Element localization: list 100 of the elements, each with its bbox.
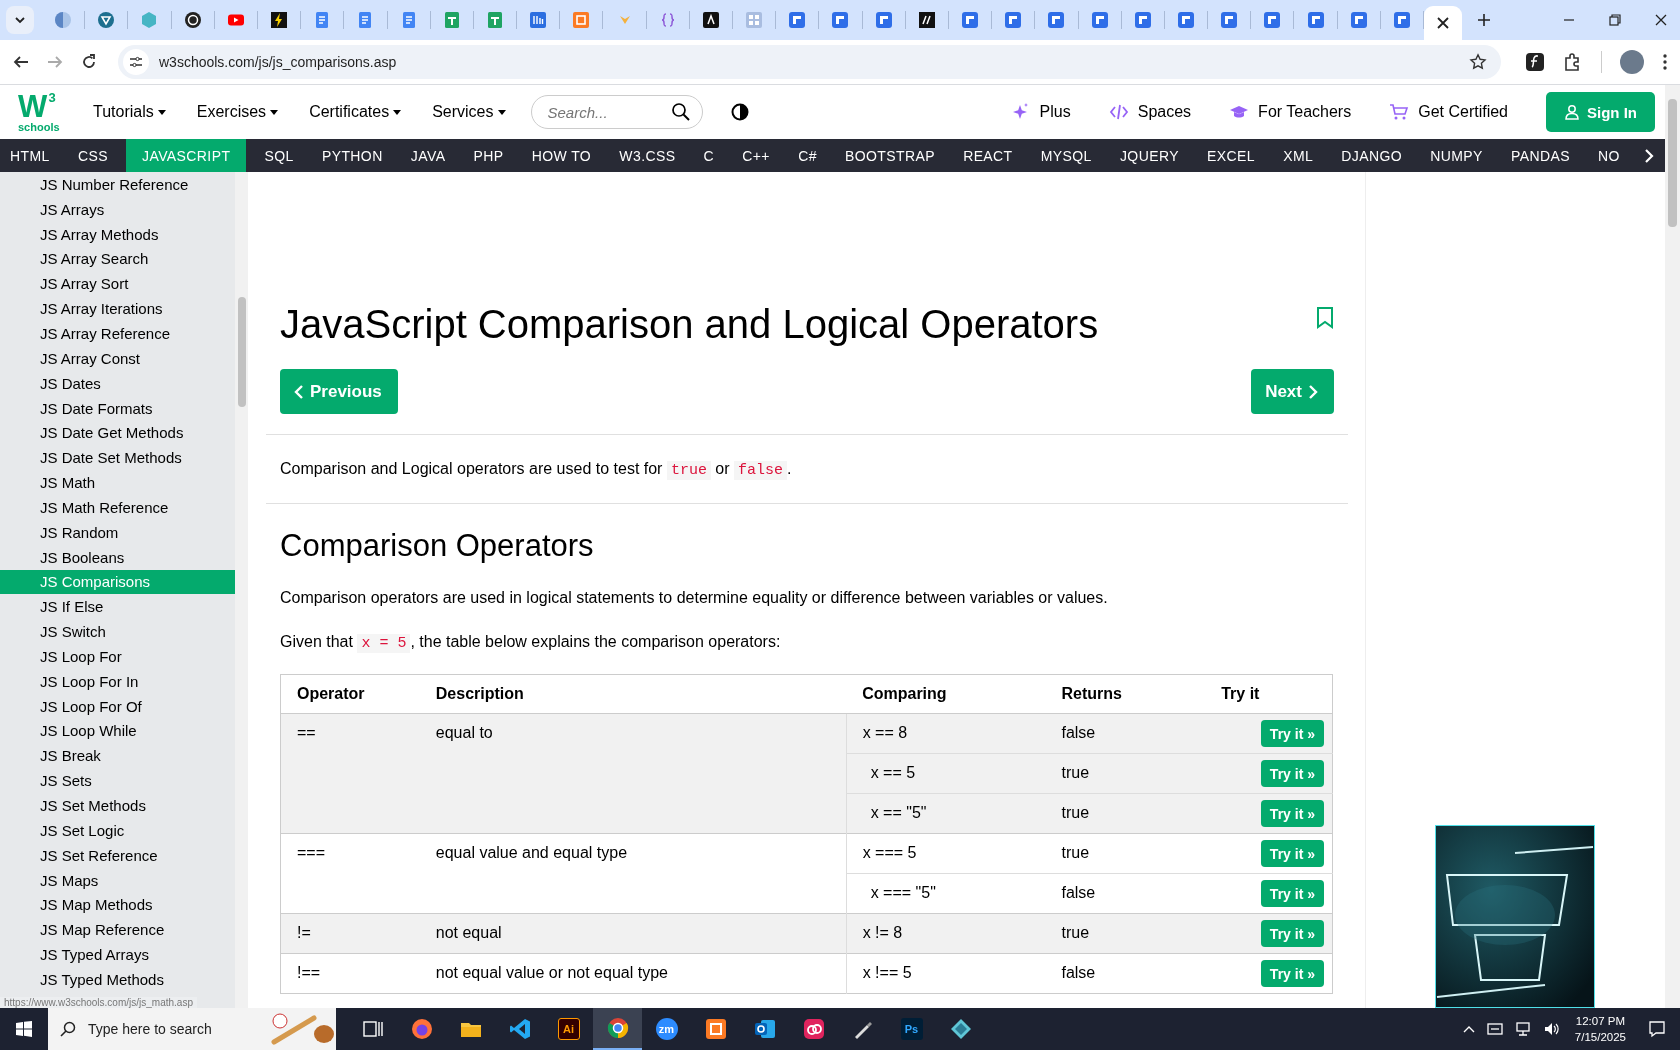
nav-tab[interactable]: HOW TO bbox=[521, 139, 602, 172]
scrollbar[interactable] bbox=[235, 172, 248, 1008]
sidebar-item[interactable]: JS Loop For In bbox=[0, 668, 235, 694]
star-icon[interactable] bbox=[1469, 53, 1487, 71]
table-cell: x == 8 bbox=[862, 724, 908, 741]
logo-superscript: 3 bbox=[48, 91, 57, 107]
sidebar-item[interactable]: JS Loop While bbox=[0, 718, 235, 744]
nav-tab[interactable]: NUMPY bbox=[1420, 139, 1493, 172]
mail-app-icon bbox=[752, 1017, 777, 1041]
sidebar-item[interactable]: JS Math bbox=[0, 470, 235, 495]
nav-tab[interactable]: W3.CSS bbox=[609, 139, 686, 172]
taskbar-app[interactable]: Ai bbox=[544, 1008, 593, 1050]
nav-tab[interactable]: JAVA bbox=[400, 139, 456, 172]
bookmark-icon[interactable] bbox=[1316, 307, 1334, 329]
chevron-up-icon[interactable] bbox=[1462, 1024, 1475, 1034]
browser-tab[interactable] bbox=[1424, 6, 1462, 40]
search-icon[interactable] bbox=[670, 102, 691, 122]
reload-icon[interactable] bbox=[80, 53, 98, 71]
nav-tab[interactable]: CSS bbox=[67, 139, 118, 172]
clock-date[interactable]: 7/15/2025 bbox=[1574, 1029, 1626, 1045]
speaker-icon[interactable] bbox=[1542, 1021, 1559, 1037]
sidebar-item[interactable]: JS Random bbox=[0, 519, 235, 545]
close-icon[interactable] bbox=[1654, 13, 1668, 27]
sidebar-item[interactable]: JS Number Reference bbox=[0, 172, 235, 197]
nav-tab[interactable]: C bbox=[693, 139, 725, 172]
menu-button[interactable]: Services bbox=[432, 103, 507, 121]
nav-tab[interactable]: JQUERY bbox=[1109, 139, 1189, 172]
nav-tab[interactable]: SQL bbox=[254, 139, 304, 172]
nav-link[interactable]: Spaces bbox=[1108, 102, 1192, 122]
scrollbar[interactable] bbox=[1665, 85, 1680, 1008]
form-icon bbox=[831, 11, 850, 29]
sidebar-item[interactable]: JS Array Sort bbox=[0, 271, 235, 297]
sidebar-item[interactable]: JS Map Reference bbox=[0, 917, 235, 943]
restore-icon[interactable] bbox=[1608, 13, 1622, 27]
extension-icon[interactable] bbox=[1525, 52, 1545, 72]
nav-tab[interactable]: PYTHON bbox=[311, 139, 393, 172]
taskbar-app[interactable]: Ps bbox=[887, 1008, 936, 1050]
address-bar[interactable]: w3schools.com/js/js_comparisons.asp bbox=[118, 45, 1501, 79]
device-icon[interactable] bbox=[1486, 1021, 1503, 1037]
notification-icon[interactable] bbox=[1648, 1020, 1666, 1038]
nav-tab[interactable]: PHP bbox=[463, 139, 514, 172]
nav-link[interactable]: Get Certified bbox=[1389, 102, 1508, 122]
form-icon bbox=[1349, 11, 1368, 29]
form-icon bbox=[788, 11, 807, 29]
nav-link[interactable]: For Teachers bbox=[1229, 102, 1352, 122]
sidebar-item[interactable]: JS Math Reference bbox=[0, 494, 235, 520]
sidebar-item[interactable]: JS Array Methods bbox=[0, 221, 235, 247]
sidebar-item[interactable]: JS Set Logic bbox=[0, 817, 235, 843]
clock-time[interactable]: 12:07 PM bbox=[1575, 1013, 1626, 1029]
avatar[interactable] bbox=[1620, 50, 1644, 74]
sidebar-item[interactable]: JS Loop For Of bbox=[0, 693, 235, 719]
nav-tab[interactable]: PANDAS bbox=[1500, 139, 1580, 172]
sidebar-item[interactable]: JS Switch bbox=[0, 619, 235, 645]
illustrator-icon: Ai bbox=[557, 1018, 580, 1040]
nav-tab[interactable]: BOOTSTRAP bbox=[835, 139, 945, 172]
sidebar-item[interactable]: JS Dates bbox=[0, 370, 235, 396]
sidebar-item[interactable]: JS If Else bbox=[0, 594, 235, 620]
sidebar-item[interactable]: JS Arrays bbox=[0, 196, 235, 222]
sidebar-item[interactable]: JS Typed Arrays bbox=[0, 942, 235, 967]
tab-search-button[interactable] bbox=[6, 6, 34, 34]
nav-tab[interactable]: EXCEL bbox=[1197, 139, 1265, 172]
nav-tab[interactable]: NO bbox=[1588, 139, 1630, 172]
nav-tab[interactable]: MYSQL bbox=[1030, 139, 1102, 172]
new-tab-icon[interactable] bbox=[1476, 12, 1492, 28]
nav-tab[interactable]: C# bbox=[788, 139, 827, 172]
form-icon bbox=[1220, 11, 1239, 29]
nav-tab[interactable]: HTML bbox=[0, 139, 60, 172]
contrast-icon[interactable] bbox=[730, 103, 749, 121]
sidebar-item[interactable]: JS Array Const bbox=[0, 345, 235, 371]
nav-tab[interactable]: REACT bbox=[953, 139, 1023, 172]
taskbar-search-field[interactable]: Type here to search bbox=[48, 1008, 336, 1050]
sidebar-item[interactable]: JS Array Iterations bbox=[0, 296, 235, 322]
menu-icon[interactable] bbox=[1662, 53, 1668, 71]
sidebar-item[interactable]: JS Sets bbox=[0, 768, 235, 794]
site-info-button[interactable] bbox=[123, 49, 149, 75]
search-field[interactable]: Search... bbox=[530, 95, 703, 129]
caret-icon bbox=[269, 107, 280, 117]
sidebar-item[interactable]: JS Array Reference bbox=[0, 321, 235, 346]
nav-link[interactable]: Plus bbox=[1010, 102, 1071, 122]
nav-tab[interactable]: XML bbox=[1273, 139, 1324, 172]
sidebar-item[interactable]: JS Map Methods bbox=[0, 892, 235, 918]
sidebar-item[interactable]: JS Date Set Methods bbox=[0, 445, 235, 471]
sidebar-item[interactable]: JS Date Get Methods bbox=[0, 420, 235, 446]
sidebar-item[interactable]: JS Booleans bbox=[0, 544, 235, 570]
sidebar-item[interactable]: JS Maps bbox=[0, 867, 235, 893]
chevron-right-icon[interactable] bbox=[1643, 148, 1655, 164]
menu-button[interactable]: Certificates bbox=[309, 103, 403, 121]
nav-tab[interactable]: DJANGO bbox=[1331, 139, 1413, 172]
sidebar-item[interactable]: JS Date Formats bbox=[0, 395, 235, 421]
nav-tab[interactable]: C++ bbox=[732, 139, 780, 172]
sidebar-item[interactable]: JS Break bbox=[0, 743, 235, 769]
sidebar-item[interactable]: JS Loop For bbox=[0, 644, 235, 669]
sidebar-item[interactable]: JS Set Methods bbox=[0, 793, 235, 818]
sidebar-item[interactable]: JS Array Search bbox=[0, 246, 235, 272]
sidebar-item[interactable]: JS Set Reference bbox=[0, 842, 235, 868]
menu-button[interactable]: Tutorials bbox=[93, 103, 167, 121]
sidebar-item[interactable]: JS Typed Methods bbox=[0, 967, 235, 992]
network-icon[interactable] bbox=[1514, 1021, 1531, 1037]
menu-button[interactable]: Exercises bbox=[196, 103, 280, 121]
spreadsheet-icon bbox=[485, 11, 504, 29]
